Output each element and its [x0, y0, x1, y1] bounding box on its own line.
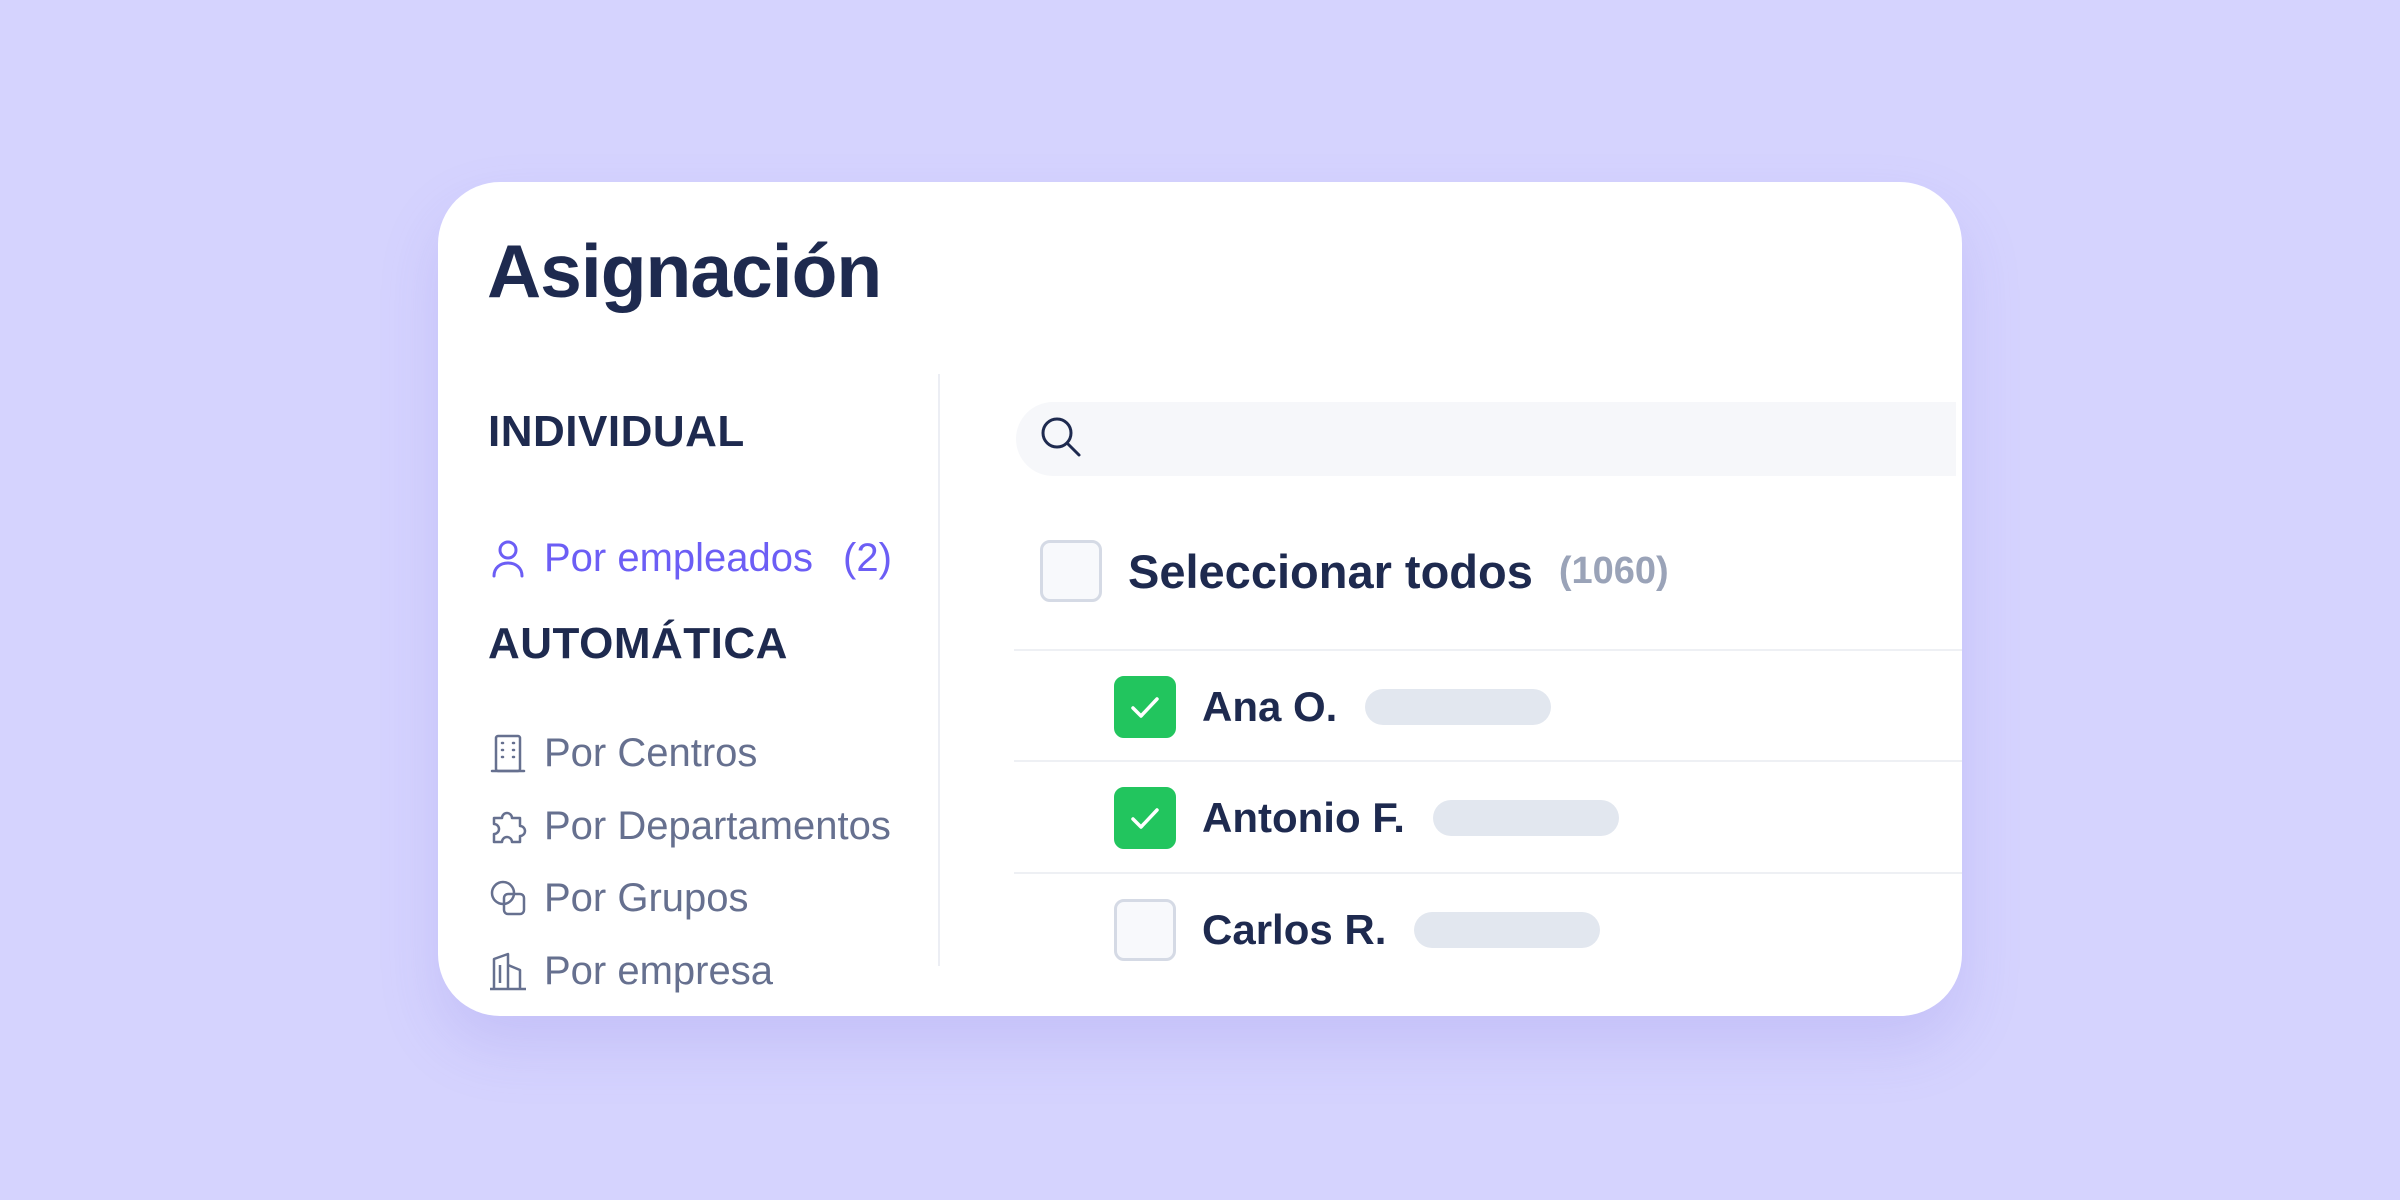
- check-icon: [1131, 697, 1159, 718]
- select-all-label: Seleccionar todos: [1128, 544, 1533, 598]
- row-checkbox[interactable]: [1114, 899, 1176, 961]
- nav-item-por-centros[interactable]: Por Centros: [488, 725, 757, 781]
- puzzle-icon: [488, 806, 528, 846]
- assignment-card: Asignación INDIVIDUAL Por empleados (2) …: [438, 182, 1962, 1016]
- employee-name: Antonio F.: [1202, 794, 1405, 841]
- row-checkbox[interactable]: [1114, 676, 1176, 738]
- nav-item-por-departamentos[interactable]: Por Departamentos: [488, 798, 891, 854]
- nav-item-por-empresa[interactable]: Por empresa: [488, 943, 773, 999]
- placeholder-bar: [1414, 912, 1601, 948]
- nav-item-label: Por Centros: [544, 731, 758, 775]
- nav-item-label: Por empresa: [544, 949, 773, 993]
- select-all-row[interactable]: Seleccionar todos (1060): [1040, 540, 1669, 602]
- select-all-total: (1060): [1558, 549, 1669, 592]
- nav-item-count: (2): [843, 536, 892, 580]
- placeholder-bar: [1365, 689, 1552, 725]
- row-divider: [1014, 760, 1962, 762]
- building-icon: [488, 733, 528, 773]
- row-divider: [1014, 872, 1962, 874]
- list-item[interactable]: Antonio F.: [1114, 787, 1619, 849]
- list-item[interactable]: Ana O.: [1114, 676, 1552, 738]
- placeholder-bar: [1432, 800, 1619, 836]
- row-checkbox[interactable]: [1114, 787, 1176, 849]
- search-input[interactable]: [1104, 409, 1904, 469]
- row-divider: [1014, 649, 1962, 651]
- nav-item-por-empleados[interactable]: Por empleados (2): [488, 530, 892, 586]
- select-all-checkbox[interactable]: [1040, 540, 1102, 602]
- page-title: Asignación: [487, 229, 882, 313]
- search-icon: [1038, 414, 1084, 465]
- list-item[interactable]: Carlos R.: [1114, 899, 1601, 961]
- search-bar[interactable]: [1016, 402, 1956, 476]
- employee-name: Ana O.: [1202, 683, 1338, 730]
- company-icon: [488, 951, 528, 991]
- check-icon: [1131, 808, 1159, 829]
- nav-item-por-grupos[interactable]: Por Grupos: [488, 870, 749, 926]
- user-icon: [488, 538, 528, 578]
- column-divider: [938, 374, 940, 966]
- nav-item-label: Por Grupos: [544, 876, 749, 920]
- employee-name: Carlos R.: [1202, 906, 1387, 953]
- section-heading-automatica: AUTOMÁTICA: [488, 619, 788, 668]
- groups-icon: [488, 878, 528, 918]
- nav-item-label: Por Departamentos: [544, 804, 891, 848]
- nav-item-label: Por empleados: [544, 536, 814, 580]
- section-heading-individual: INDIVIDUAL: [488, 407, 745, 456]
